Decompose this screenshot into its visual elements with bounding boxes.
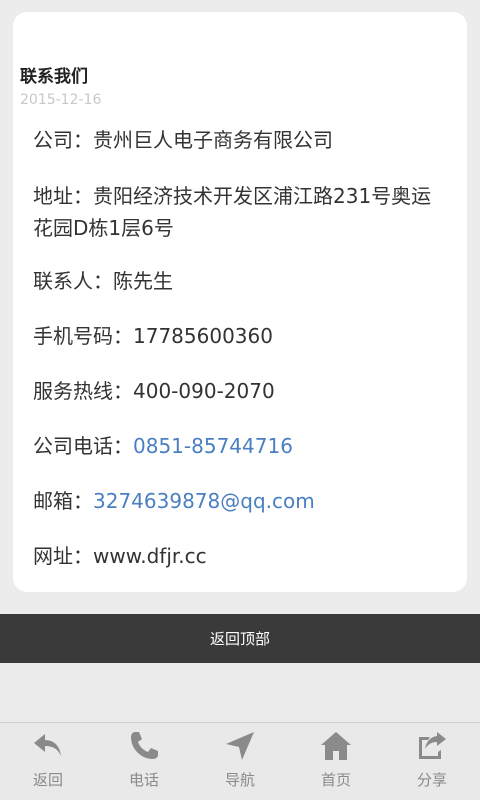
- home-icon: [321, 732, 351, 760]
- tab-home-label: 首页: [320, 771, 351, 789]
- email-line: 邮箱：3274639878@qq.com: [33, 485, 315, 517]
- phone-link[interactable]: 0851-85744716: [133, 434, 293, 458]
- tab-share[interactable]: 分享: [384, 723, 480, 800]
- address-line: 地址：贵阳经济技术开发区浦江路231号奥运花园D栋1层6号: [33, 184, 432, 240]
- navigation-icon: [226, 732, 254, 760]
- phone-icon: [131, 732, 158, 759]
- tab-navigation[interactable]: 导航: [192, 723, 288, 800]
- phone-line: 公司电话：0851-85744716: [33, 430, 293, 462]
- post-date: 2015-12-16: [20, 92, 102, 108]
- back-to-top-label: 返回顶部: [209, 630, 270, 648]
- back-to-top-button[interactable]: 返回顶部: [0, 614, 480, 663]
- mobile-line: 手机号码：17785600360: [33, 324, 273, 348]
- phone-label: 公司电话：: [33, 434, 133, 458]
- contact-line: 联系人：陈先生: [33, 269, 173, 293]
- back-arrow-icon: [34, 734, 61, 756]
- bottom-tabbar: 返回 电话 导航 首页 分享: [0, 722, 480, 800]
- website-line: 网址：www.dfjr.cc: [33, 544, 207, 568]
- share-icon: [419, 732, 446, 759]
- page: 联系我们 2015-12-16 公司：贵州巨人电子商务有限公司 地址：贵阳经济技…: [0, 0, 480, 800]
- email-link[interactable]: 3274639878@qq.com: [93, 489, 315, 513]
- tab-share-label: 分享: [416, 771, 447, 789]
- tab-back-label: 返回: [32, 771, 63, 789]
- tab-navigation-label: 导航: [224, 771, 255, 789]
- email-label: 邮箱：: [33, 489, 93, 513]
- tab-phone-label: 电话: [128, 771, 159, 789]
- page-title: 联系我们: [20, 67, 88, 87]
- tab-phone[interactable]: 电话: [96, 723, 192, 800]
- tab-back[interactable]: 返回: [0, 723, 96, 800]
- company-line: 公司：贵州巨人电子商务有限公司: [33, 128, 333, 152]
- hotline-line: 服务热线：400-090-2070: [33, 379, 275, 403]
- tab-home[interactable]: 首页: [288, 723, 384, 800]
